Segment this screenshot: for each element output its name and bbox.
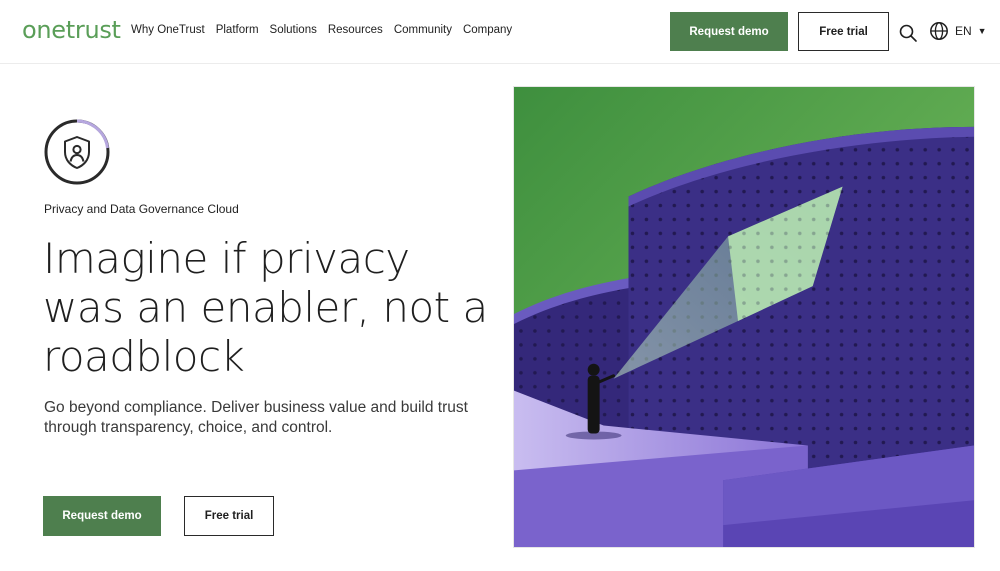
hero-eyebrow: Privacy and Data Governance Cloud xyxy=(44,202,239,216)
nav-why-onetrust[interactable]: Why OneTrust xyxy=(131,24,205,36)
nav-solutions[interactable]: Solutions xyxy=(270,24,317,36)
nav-company[interactable]: Company xyxy=(463,24,512,36)
hero-headline: Imagine if privacy was an enabler, not a… xyxy=(43,234,488,381)
main-nav: Why OneTrust Platform Solutions Resource… xyxy=(131,24,523,36)
nav-community[interactable]: Community xyxy=(394,24,452,36)
search-icon[interactable] xyxy=(898,23,918,43)
onetrust-logo[interactable]: onetrust xyxy=(22,16,121,44)
header-free-trial-button[interactable]: Free trial xyxy=(798,12,889,51)
globe-icon[interactable] xyxy=(929,21,949,41)
hero-free-trial-button[interactable]: Free trial xyxy=(184,496,274,536)
hero-illustration xyxy=(513,86,975,548)
shield-user-icon xyxy=(44,119,110,185)
hero-request-demo-button[interactable]: Request demo xyxy=(43,496,161,536)
language-label: EN xyxy=(955,24,972,38)
site-header: onetrust Why OneTrust Platform Solutions… xyxy=(0,0,1000,64)
nav-resources[interactable]: Resources xyxy=(328,24,383,36)
chevron-down-icon: ▼ xyxy=(977,26,987,36)
nav-platform[interactable]: Platform xyxy=(216,24,259,36)
language-selector[interactable]: EN ▼ xyxy=(955,24,987,38)
header-request-demo-button[interactable]: Request demo xyxy=(670,12,788,51)
hero-subtext: Go beyond compliance. Deliver business v… xyxy=(44,399,468,436)
